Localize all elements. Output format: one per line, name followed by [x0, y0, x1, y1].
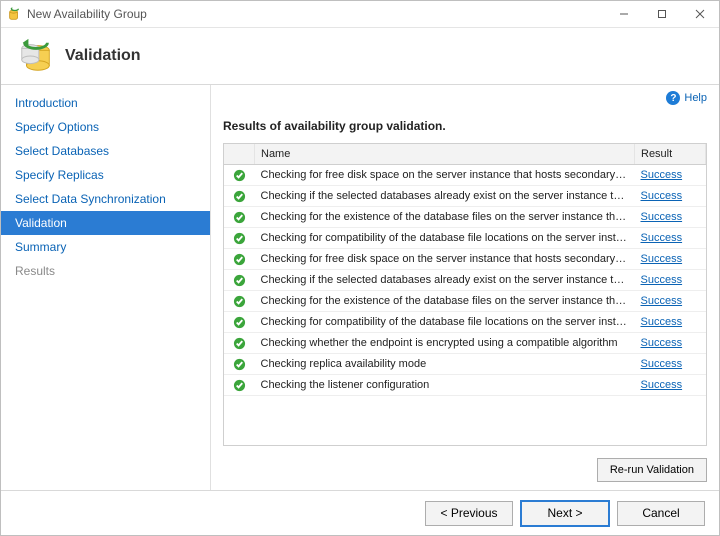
table-row[interactable]: Checking for compatibility of the databa…: [224, 312, 706, 333]
maximize-button[interactable]: [643, 1, 681, 27]
success-icon: [224, 291, 255, 312]
header: Validation: [1, 28, 719, 85]
next-button[interactable]: Next >: [521, 501, 609, 526]
col-status-icon: [224, 144, 255, 165]
rerun-validation-button[interactable]: Re-run Validation: [597, 458, 707, 482]
app-icon: [7, 7, 21, 21]
cancel-button[interactable]: Cancel: [617, 501, 705, 526]
sidebar-item-summary[interactable]: Summary: [1, 235, 210, 259]
previous-button[interactable]: < Previous: [425, 501, 513, 526]
footer: < Previous Next > Cancel: [1, 490, 719, 535]
titlebar: New Availability Group: [1, 1, 719, 28]
sidebar-item-validation[interactable]: Validation: [1, 211, 210, 235]
validation-result: Success: [635, 354, 706, 375]
success-icon: [224, 165, 255, 186]
result-link[interactable]: Success: [641, 169, 683, 181]
help-row: ? Help: [211, 85, 719, 111]
result-link[interactable]: Success: [641, 337, 683, 349]
result-link[interactable]: Success: [641, 379, 683, 391]
success-icon: [224, 270, 255, 291]
validation-name: Checking for the existence of the databa…: [255, 207, 635, 228]
sidebar: IntroductionSpecify OptionsSelect Databa…: [1, 85, 211, 490]
validation-name: Checking the listener configuration: [255, 375, 635, 396]
table-row[interactable]: Checking whether the endpoint is encrypt…: [224, 333, 706, 354]
table-row[interactable]: Checking for the existence of the databa…: [224, 207, 706, 228]
close-button[interactable]: [681, 1, 719, 27]
table-row[interactable]: Checking if the selected databases alrea…: [224, 186, 706, 207]
validation-result: Success: [635, 291, 706, 312]
help-link[interactable]: ? Help: [666, 91, 707, 105]
validation-table: Name Result Checking for free disk space…: [223, 143, 707, 446]
table-row[interactable]: Checking replica availability mode Succes…: [224, 354, 706, 375]
table-row[interactable]: Checking for compatibility of the databa…: [224, 228, 706, 249]
validation-result: Success: [635, 165, 706, 186]
success-icon: [224, 186, 255, 207]
sidebar-item-select-data-synchronization[interactable]: Select Data Synchronization: [1, 187, 210, 211]
validation-name: Checking for free disk space on the serv…: [255, 249, 635, 270]
table-row[interactable]: Checking the listener configuration Succe…: [224, 375, 706, 396]
validation-result: Success: [635, 186, 706, 207]
sidebar-item-introduction[interactable]: Introduction: [1, 91, 210, 115]
result-link[interactable]: Success: [641, 358, 683, 370]
result-link[interactable]: Success: [641, 295, 683, 307]
validation-result: Success: [635, 249, 706, 270]
wizard-window: New Availability Group Validation Introd…: [0, 0, 720, 536]
page-title: Validation: [65, 47, 141, 65]
sidebar-item-specify-options[interactable]: Specify Options: [1, 115, 210, 139]
help-icon: ?: [666, 91, 680, 105]
sidebar-item-results: Results: [1, 259, 210, 283]
success-icon: [224, 375, 255, 396]
validation-name: Checking for free disk space on the serv…: [255, 165, 635, 186]
result-link[interactable]: Success: [641, 274, 683, 286]
validation-result: Success: [635, 312, 706, 333]
table-row[interactable]: Checking for free disk space on the serv…: [224, 249, 706, 270]
col-name-header[interactable]: Name: [255, 144, 635, 165]
validation-name: Checking replica availability mode: [255, 354, 635, 375]
success-icon: [224, 207, 255, 228]
validation-name: Checking for compatibility of the databa…: [255, 228, 635, 249]
validation-name: Checking for the existence of the databa…: [255, 291, 635, 312]
sidebar-item-select-databases[interactable]: Select Databases: [1, 139, 210, 163]
table-row[interactable]: Checking for free disk space on the serv…: [224, 165, 706, 186]
validation-name: Checking whether the endpoint is encrypt…: [255, 333, 635, 354]
validation-result: Success: [635, 270, 706, 291]
body: IntroductionSpecify OptionsSelect Databa…: [1, 85, 719, 490]
validation-result: Success: [635, 375, 706, 396]
success-icon: [224, 312, 255, 333]
table-row[interactable]: Checking for the existence of the databa…: [224, 291, 706, 312]
validation-name: Checking for compatibility of the databa…: [255, 312, 635, 333]
table-row[interactable]: Checking if the selected databases alrea…: [224, 270, 706, 291]
success-icon: [224, 354, 255, 375]
result-link[interactable]: Success: [641, 190, 683, 202]
result-link[interactable]: Success: [641, 211, 683, 223]
validation-name: Checking if the selected databases alrea…: [255, 270, 635, 291]
col-result-header[interactable]: Result: [635, 144, 706, 165]
validation-result: Success: [635, 228, 706, 249]
result-link[interactable]: Success: [641, 316, 683, 328]
rerun-row: Re-run Validation: [211, 454, 719, 490]
main-panel: ? Help Results of availability group val…: [211, 85, 719, 490]
results-caption: Results of availability group validation…: [211, 111, 719, 143]
help-label: Help: [684, 92, 707, 104]
validation-result: Success: [635, 333, 706, 354]
window-title: New Availability Group: [27, 7, 605, 21]
success-icon: [224, 249, 255, 270]
result-link[interactable]: Success: [641, 253, 683, 265]
validation-result: Success: [635, 207, 706, 228]
success-icon: [224, 333, 255, 354]
wizard-icon: [17, 37, 55, 75]
result-link[interactable]: Success: [641, 232, 683, 244]
success-icon: [224, 228, 255, 249]
sidebar-item-specify-replicas[interactable]: Specify Replicas: [1, 163, 210, 187]
minimize-button[interactable]: [605, 1, 643, 27]
validation-name: Checking if the selected databases alrea…: [255, 186, 635, 207]
